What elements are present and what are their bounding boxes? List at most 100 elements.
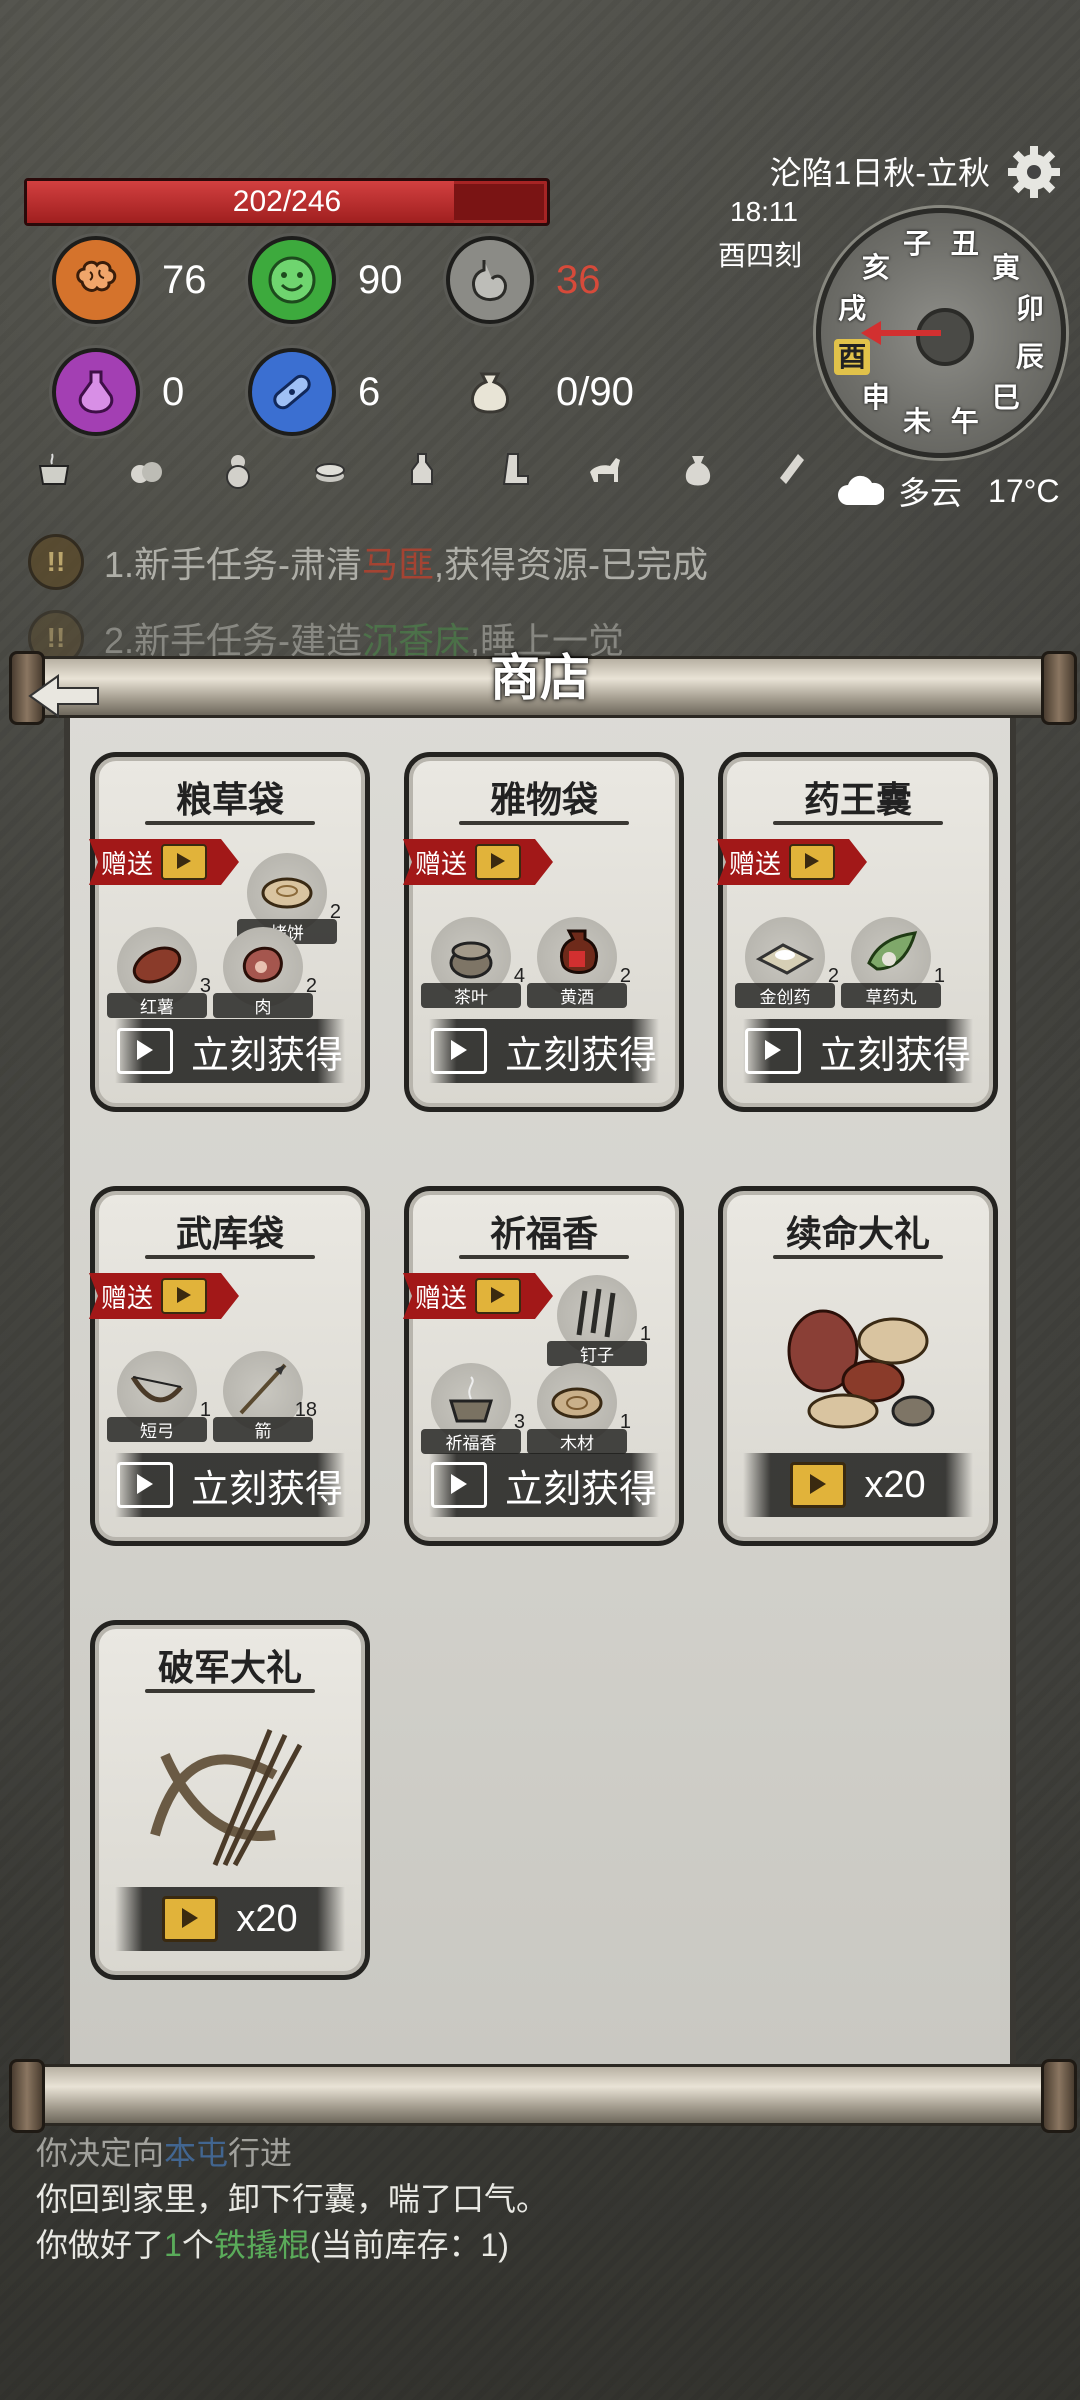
stat-inventory[interactable]: 0/90 (446, 348, 634, 436)
card-title: 粮草袋 (175, 779, 284, 820)
gift-tag: 赠送 (717, 839, 867, 885)
log-text: 你做好了 (36, 2227, 165, 2263)
log-line: 你回到家里，卸下行囊，喘了口气。 (36, 2181, 549, 2217)
weather: 多云 17°C (836, 468, 1060, 514)
item-count: 2 (619, 965, 631, 987)
price-label: x20 (864, 1463, 926, 1506)
get-now-label: 立刻获得 (504, 1468, 657, 1511)
gourd-icon[interactable] (212, 444, 264, 496)
log-highlight: 本屯 (164, 2135, 229, 2171)
item-wound-medicine: 金创药 2 (735, 917, 839, 1008)
stat-potion[interactable]: 0 (52, 348, 184, 436)
shop-card-incense[interactable]: 祈福香 赠送 钉子 1 祈福香 3 木材 1 立刻获得 (403, 1186, 684, 1546)
pouch-icon[interactable] (672, 444, 724, 496)
period-label: 酉四刻 (718, 240, 803, 271)
get-now-button[interactable]: x20 (743, 1453, 973, 1517)
brain-icon (52, 236, 140, 324)
price-label: x20 (236, 1897, 298, 1940)
log-line: 你决定向本屯行进 (36, 2130, 548, 2176)
weather-text: 多云 (898, 475, 963, 511)
gift-tag: 赠送 (403, 1273, 553, 1319)
item-count: 3 (513, 1411, 525, 1433)
get-now-label: 立刻获得 (818, 1034, 971, 1077)
food-bundle-icon (787, 1309, 935, 1429)
shop-card-armory[interactable]: 武库袋 赠送 短弓 1 箭 18 立刻获得 (89, 1186, 370, 1546)
shop-card-grain[interactable]: 粮草袋 赠送 烤饼 2 红薯 3 肉 2 立刻获得 (89, 752, 370, 1112)
stat-brain[interactable]: 76 (52, 236, 207, 324)
bottle-icon[interactable] (396, 444, 448, 496)
item-wine: 黄酒 2 (527, 917, 631, 1008)
get-now-label: 立刻获得 (504, 1034, 657, 1077)
title-ornament (145, 1689, 315, 1693)
log-text: (当前库存：1) (309, 2227, 509, 2263)
shop-card-medicine[interactable]: 药王囊 赠送 金创药 2 草药丸 1 立刻获得 (717, 752, 998, 1112)
back-arrow-icon[interactable] (24, 668, 104, 724)
video-icon (744, 1028, 801, 1074)
coins-icon[interactable] (304, 444, 356, 496)
item-count: 2 (827, 965, 839, 987)
horse-icon[interactable] (580, 444, 632, 496)
item-wood: 木材 1 (527, 1363, 631, 1454)
bow-icon (130, 1375, 183, 1403)
brush-icon[interactable] (764, 444, 816, 496)
item-label: 祈福香 (421, 1429, 521, 1454)
gift-label: 赠送 (415, 848, 468, 879)
video-icon (790, 1462, 847, 1508)
log-line: 你做好了1个铁撬棍(当前库存：1) (36, 2222, 548, 2268)
video-icon (116, 1462, 173, 1508)
item-label: 茶叶 (421, 983, 521, 1008)
shop-title: 商店 (490, 650, 590, 706)
hour-8: 申 (861, 382, 890, 414)
inventory-value: 0/90 (556, 369, 634, 414)
item-label: 红薯 (107, 993, 207, 1018)
scroll-rod-bottom (9, 2059, 1077, 2133)
item-count: 1 (199, 1399, 211, 1421)
pot-icon[interactable] (28, 444, 80, 496)
item-tea: 茶叶 4 (421, 917, 525, 1008)
date-label: 沦陷1日秋-立秋 (769, 155, 990, 191)
video-icon (430, 1028, 487, 1074)
sack-icon (446, 348, 534, 436)
health-bar: 202/246 (24, 178, 550, 226)
quest-1[interactable]: !! 1.新手任务-肃清马匪,获得资源-已完成 (28, 534, 708, 590)
time-dial[interactable]: 子丑寅卯辰巳午未申酉戌亥 (816, 208, 1066, 458)
shop-card-life-pack[interactable]: 续命大礼 x20 (718, 1186, 998, 1546)
shop-card-elegant[interactable]: 雅物袋 赠送 茶叶 4 黄酒 2 立刻获得 (403, 752, 684, 1112)
log-text: 你决定向 (36, 2135, 165, 2171)
item-count: 2 (329, 901, 341, 923)
hour-11: 亥 (861, 251, 890, 283)
card-title: 祈福香 (489, 1213, 598, 1254)
get-now-button[interactable]: 立刻获得 (429, 1453, 659, 1517)
hour-3: 卯 (1015, 293, 1044, 325)
item-bow: 短弓 1 (107, 1351, 211, 1442)
get-now-button[interactable]: 立刻获得 (743, 1019, 973, 1083)
stat-mood[interactable]: 90 (248, 236, 403, 324)
get-now-button[interactable]: 立刻获得 (115, 1019, 345, 1083)
stat-stomach[interactable]: 36 (446, 236, 601, 324)
weapon-bundle-icon (150, 1729, 303, 1867)
hour-1: 丑 (950, 228, 979, 260)
get-now-button[interactable]: x20 (115, 1887, 345, 1951)
log-text: 个 (181, 2227, 214, 2263)
stomach-icon (446, 236, 534, 324)
video-icon (475, 844, 522, 880)
card-title: 续命大礼 (785, 1213, 930, 1254)
video-icon (116, 1028, 173, 1074)
shop-card-war-pack[interactable]: 破军大礼 x20 (90, 1620, 370, 1980)
item-incense: 祈福香 3 (421, 1363, 525, 1454)
herbs-icon[interactable] (120, 444, 172, 496)
boot-icon[interactable] (488, 444, 540, 496)
gift-label: 赠送 (729, 848, 782, 879)
item-herb-pill: 草药丸 1 (841, 917, 945, 1008)
log-highlight: 铁撬棍 (213, 2227, 310, 2263)
quest-1-status: ,获得资源-已完成 (434, 544, 709, 585)
card-title: 雅物袋 (489, 779, 598, 820)
smile-icon (248, 236, 336, 324)
item-count: 4 (513, 965, 525, 987)
get-now-button[interactable]: 立刻获得 (429, 1019, 659, 1083)
incense-burner-icon (448, 1376, 494, 1423)
stomach-value: 36 (556, 257, 601, 302)
settings-gear-icon[interactable] (1006, 144, 1062, 200)
get-now-button[interactable]: 立刻获得 (115, 1453, 345, 1517)
stat-bandage[interactable]: 6 (248, 348, 380, 436)
